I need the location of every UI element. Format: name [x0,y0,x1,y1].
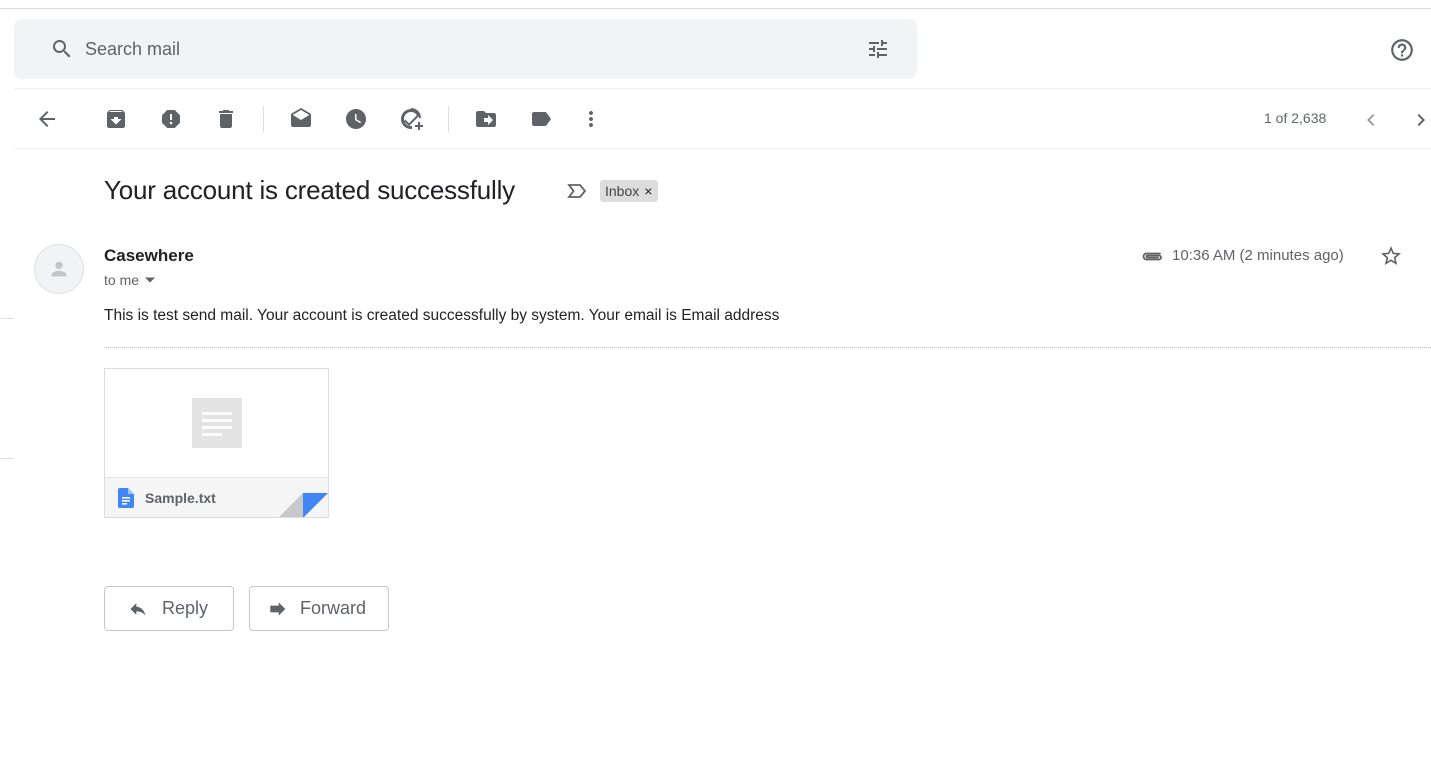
labels-button[interactable] [528,106,554,132]
sender-name[interactable]: Casewhere [104,246,194,266]
report-spam-button[interactable] [158,106,184,132]
search-input[interactable] [85,33,845,65]
page-fold-corner-icon [279,493,328,517]
tune-icon[interactable] [866,37,890,61]
recipient-label: to me [104,272,140,288]
more-button[interactable] [578,106,604,132]
document-thumbnail-icon [192,398,242,448]
snooze-button[interactable] [343,106,369,132]
more-vert-icon [589,111,593,127]
pager-count: 1 of 2,638 [1264,110,1327,126]
add-to-tasks-icon [401,108,423,130]
person-icon [51,261,67,277]
avatar[interactable] [34,244,84,294]
remove-label-button[interactable]: × [644,183,652,199]
mark-unread-icon [291,108,311,127]
paperclip-icon [1142,252,1162,261]
left-edge-mark [0,318,14,319]
reply-icon [130,603,146,616]
toolbar-divider [14,148,1431,149]
delete-button[interactable] [213,106,239,132]
report-spam-icon [162,110,180,128]
mark-unread-button[interactable] [288,106,314,132]
help-icon[interactable] [1389,37,1415,63]
header-divider [14,88,1431,89]
add-to-tasks-button[interactable] [398,106,424,132]
email-subject: Your account is created successfully [104,175,515,205]
forward-label: Forward [300,598,367,618]
attachment-card[interactable]: Sample.txt [104,368,329,518]
toolbar-separator [263,106,264,132]
archive-button[interactable] [103,106,129,132]
reply-label: Reply [162,598,209,618]
importance-marker-icon[interactable] [566,181,588,201]
search-bar [14,19,917,79]
attachment-footer: Sample.txt [105,477,328,517]
message-time: 10:36 AM (2 minutes ago) [1172,247,1344,264]
chevron-right-icon[interactable] [1409,108,1431,132]
top-divider [0,8,1431,9]
star-icon[interactable] [1379,244,1403,268]
label-icon [532,112,551,126]
snooze-icon [346,109,366,129]
archive-icon [107,110,125,128]
arrow-back-icon [39,111,55,127]
back-button[interactable] [34,106,60,132]
label-text: Inbox [605,183,640,199]
chevron-left-icon[interactable] [1359,108,1383,132]
recipient-details-toggle[interactable]: to me [104,272,156,288]
forward-icon [270,602,286,616]
attachment-file-name: Sample.txt [145,490,216,506]
inbox-label-chip: Inbox × [600,180,659,202]
left-edge-mark [0,458,14,459]
caret-down-icon [145,277,156,283]
attachment-preview [105,369,328,477]
email-body: This is test send mail. Your account is … [104,307,780,324]
attachment-separator [104,347,1431,348]
reply-button[interactable]: Reply [104,586,234,631]
text-file-icon [118,488,134,508]
search-icon[interactable] [50,37,74,61]
delete-icon [219,110,233,128]
toolbar-separator [448,106,449,132]
forward-button[interactable]: Forward [249,586,389,631]
move-to-icon [476,111,496,127]
move-to-button[interactable] [473,106,499,132]
